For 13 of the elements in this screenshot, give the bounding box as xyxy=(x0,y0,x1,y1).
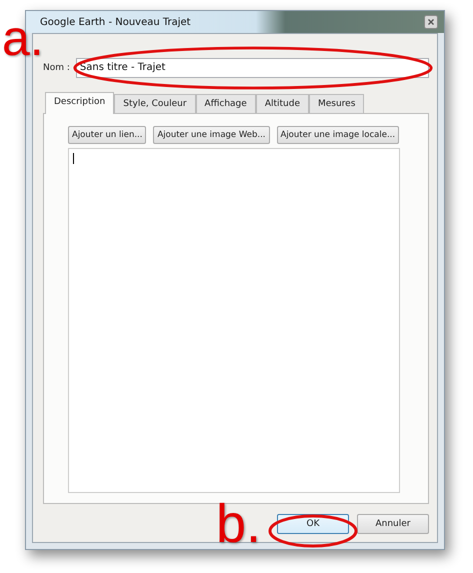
dialog-button[interactable]: Annuler xyxy=(357,514,429,534)
tab[interactable]: Affichage xyxy=(196,94,256,113)
insert-button[interactable]: Ajouter un lien... xyxy=(68,126,146,144)
insert-button[interactable]: Ajouter une image Web... xyxy=(153,126,270,144)
insert-button[interactable]: Ajouter une image locale... xyxy=(276,126,400,144)
annotation-letter: b. xyxy=(216,497,262,551)
text-cursor xyxy=(73,153,74,164)
name-label: Nom : xyxy=(43,63,70,73)
tab[interactable]: Style, Couleur xyxy=(114,94,196,113)
tab[interactable]: Description xyxy=(45,92,114,114)
close-icon[interactable] xyxy=(424,15,438,29)
tab[interactable]: Altitude xyxy=(256,94,309,113)
tab[interactable]: Mesures xyxy=(308,94,364,113)
